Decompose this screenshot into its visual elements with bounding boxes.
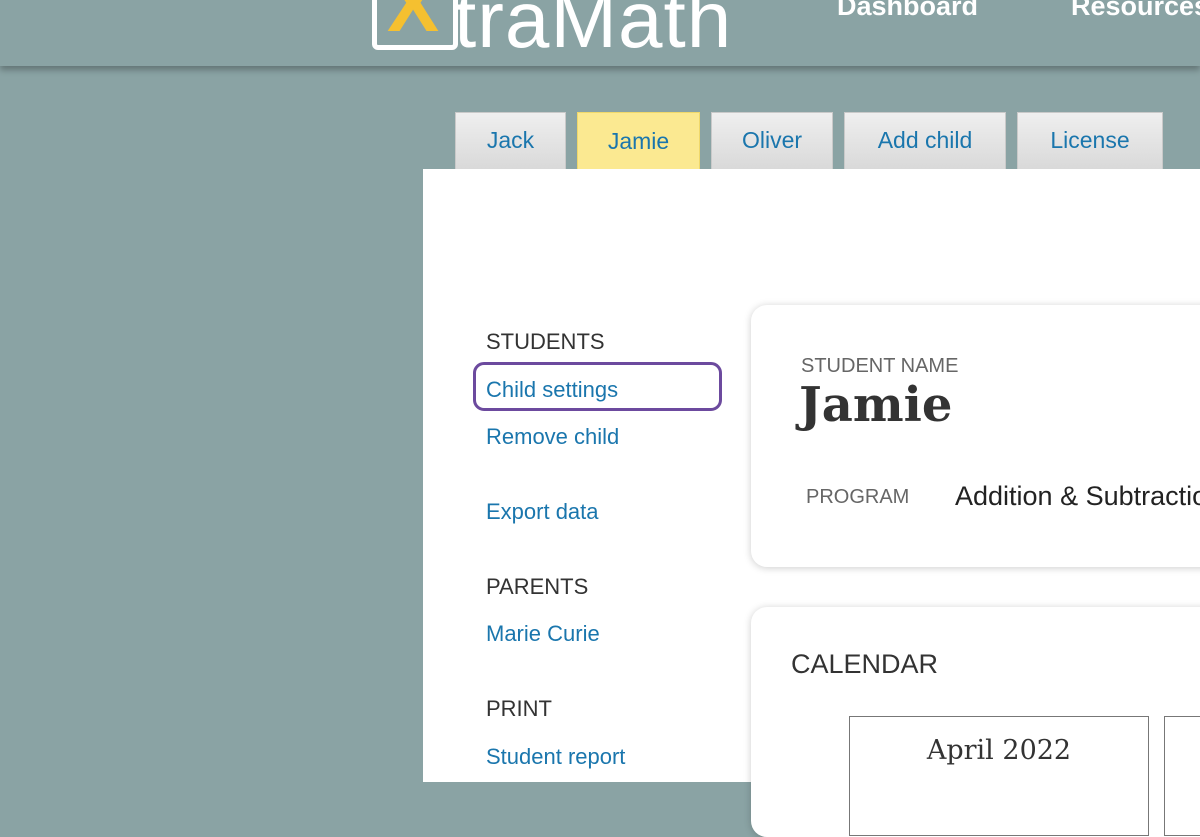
program-value: Addition & Subtraction: [955, 481, 1200, 511]
calendar-month: [1164, 716, 1200, 836]
child-settings-link[interactable]: Child settings: [486, 377, 618, 403]
student-report-link[interactable]: Student report: [486, 744, 625, 770]
export-data-link[interactable]: Export data: [486, 499, 599, 525]
logo-box: X: [372, 0, 458, 50]
program-label: PROGRAM: [806, 486, 910, 508]
calendar-heading: CALENDAR: [791, 649, 939, 679]
parents-heading: PARENTS: [486, 574, 589, 599]
month-label: April 2022: [926, 735, 1072, 766]
site-header: X traMath Dashboard Resources: [0, 0, 1200, 66]
content-panel: STUDENTS Child settings Remove child Exp…: [423, 169, 1200, 837]
students-heading: STUDENTS: [486, 329, 605, 354]
calendar-card: CALENDAR April 2022: [751, 607, 1200, 837]
nav-resources-link[interactable]: Resources: [1071, 0, 1200, 24]
logo-wordmark: traMath: [454, 0, 733, 64]
xtramath-logo[interactable]: X traMath: [372, 0, 732, 60]
parent-link[interactable]: Marie Curie: [486, 621, 600, 647]
student-tabs: Jack Jamie Oliver Add child License: [455, 112, 1174, 179]
tab-license[interactable]: License: [1017, 112, 1163, 169]
remove-child-link[interactable]: Remove child: [486, 424, 619, 450]
tab-jack[interactable]: Jack: [455, 112, 566, 169]
logo-x-mark: X: [387, 0, 440, 48]
student-info-card: STUDENT NAME Jamie PROGRAM Addition & Su…: [751, 305, 1200, 567]
student-name: Jamie: [799, 377, 953, 433]
calendar-month: April 2022: [849, 716, 1149, 836]
nav-dashboard-link[interactable]: Dashboard: [837, 0, 978, 24]
print-heading: PRINT: [486, 696, 552, 721]
tab-oliver[interactable]: Oliver: [711, 112, 833, 169]
tab-add-child[interactable]: Add child: [844, 112, 1006, 169]
